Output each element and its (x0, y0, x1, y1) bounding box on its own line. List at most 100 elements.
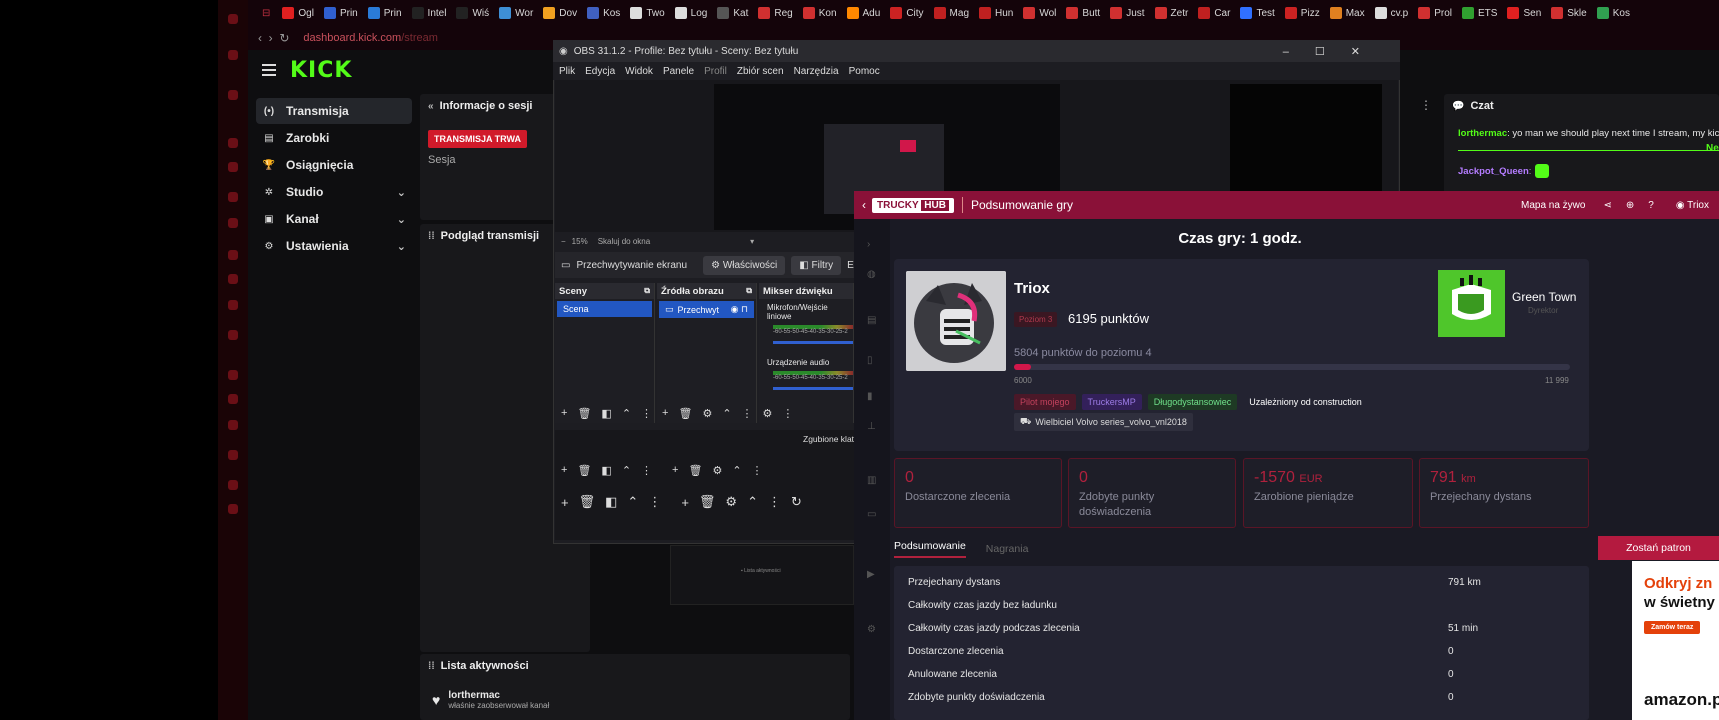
bookmark-item[interactable]: Ogl (282, 7, 314, 19)
sidebar-item-transmisja[interactable]: (•) Transmisja (256, 98, 412, 124)
play-icon[interactable]: ▶ (867, 569, 877, 580)
bookmark-item[interactable]: Max (1329, 7, 1365, 19)
user-icon[interactable]: ◍ (867, 269, 877, 280)
gear-icon[interactable]: ⚙ (867, 624, 877, 635)
filters-button[interactable]: ◧ Filtry (791, 255, 842, 275)
bookmark-item[interactable]: Car (1198, 7, 1230, 19)
volume-slider-2[interactable] (773, 387, 853, 390)
sidebar-app-icon[interactable] (228, 420, 238, 430)
bookmark-item[interactable]: Adu (846, 7, 880, 19)
sidebar-app-icon[interactable] (228, 90, 238, 100)
obs-dock-controls[interactable]: + 🗑 ◧ ⌃ ⋮ + 🗑 ⚙ ⌃ ⋮ ⚙ ⋮ (555, 405, 855, 421)
sidebar-app-icon[interactable] (228, 480, 238, 490)
become-patron-button[interactable]: Zostań patron (1598, 536, 1719, 560)
sidebar-app-icon[interactable] (228, 138, 238, 148)
bookmark-item[interactable]: City (890, 7, 924, 19)
sidebar-item-osiągnięcia[interactable]: 🏆 Osiągnięcia (256, 152, 412, 178)
trash-icon[interactable]: ▮ (867, 391, 877, 402)
bookmark-item[interactable]: Dov (543, 7, 577, 19)
bookmark-item[interactable]: Kat (717, 7, 748, 19)
chart-icon[interactable]: ▥ (867, 475, 877, 486)
obs-menu-pomoc[interactable]: Pomoc (849, 66, 880, 77)
bookmark-item[interactable]: Just (1110, 7, 1145, 19)
sidebar-app-icon[interactable] (228, 370, 238, 380)
bookmark-item[interactable]: Wor (499, 7, 533, 19)
sidebar-app-icon[interactable] (228, 250, 238, 260)
sidebar-app-icon[interactable] (228, 192, 238, 202)
route-icon[interactable]: ⊥ (867, 421, 877, 432)
apps-icon[interactable]: ⊟ (262, 8, 270, 19)
bookmark-item[interactable]: ETS (1462, 7, 1497, 19)
bookmark-item[interactable]: Kon (802, 7, 837, 19)
bookmark-item[interactable]: Kos (587, 7, 620, 19)
trucky-logo[interactable]: TRUCKY HUB (872, 197, 954, 213)
obs-menu-narzędzia[interactable]: Narzędzia (794, 66, 839, 77)
sidebar-item-kanał[interactable]: ▣ Kanał ⌄ (256, 206, 412, 232)
zoom-mode[interactable]: Skaluj do okna (598, 237, 650, 246)
visibility-icon[interactable]: ◉ ⊓ (731, 304, 748, 315)
bookmark-item[interactable]: Two (630, 7, 665, 19)
obs-menu-edycja[interactable]: Edycja (585, 66, 615, 77)
drag-handle-icon[interactable]: ⁞⁞ (428, 231, 435, 242)
sidebar-item-ustawienia[interactable]: ⚙ Ustawienia ⌄ (256, 233, 412, 259)
sidebar-app-icon[interactable] (228, 274, 238, 284)
dropdown-icon[interactable]: ▾ (750, 237, 754, 246)
bookmark-item[interactable]: Test (1240, 7, 1275, 19)
scene-item[interactable]: Scena (557, 301, 652, 317)
globe-icon[interactable]: ⊕ (1626, 200, 1634, 211)
sidebar-item-studio[interactable]: ✲ Studio ⌄ (256, 179, 412, 205)
url-text[interactable]: dashboard.kick.com/stream (303, 32, 438, 44)
tab-summary[interactable]: Podsumowanie (894, 540, 966, 558)
sidebar-app-icon[interactable] (228, 394, 238, 404)
chat-username[interactable]: Jackpot_Queen (1458, 166, 1529, 177)
bookmark-item[interactable]: Log (674, 7, 707, 19)
chevron-down-icon[interactable]: ⌄ (397, 213, 406, 226)
bookmark-item[interactable]: Sen (1507, 7, 1541, 19)
obs-menu-widok[interactable]: Widok (625, 66, 653, 77)
chevron-down-icon[interactable]: ⌄ (397, 240, 406, 253)
kick-logo[interactable]: KICK (290, 58, 352, 83)
chat-icon[interactable]: ▭ (867, 509, 877, 520)
menu-icon[interactable] (262, 64, 276, 79)
bookmark-item[interactable]: Skle (1551, 7, 1587, 19)
obs-menu-plik[interactable]: Plik (559, 66, 575, 77)
doc-icon[interactable]: ▯ (867, 355, 877, 366)
ad-order-button[interactable]: Zamów teraz (1644, 621, 1701, 634)
sidebar-app-icon[interactable] (228, 330, 238, 340)
company-logo[interactable] (1438, 270, 1505, 337)
bookmark-item[interactable]: Wol (1023, 7, 1056, 19)
dock-controls-2[interactable]: + 🗑 ◧ ⌃ ⋮ + 🗑 ⚙ ⌃ ⋮ (555, 462, 763, 478)
sidebar-app-icon[interactable] (228, 504, 238, 514)
company-name[interactable]: Green Town (1512, 290, 1576, 304)
bookmark-item[interactable]: Prin (367, 7, 402, 19)
back-forward-reload-icons[interactable]: ‹ › ↻ (258, 31, 289, 45)
obs-menu-zbiór-scen[interactable]: Zbiór scen (737, 66, 784, 77)
bookmark-item[interactable]: Pizz (1284, 7, 1320, 19)
window-controls[interactable]: ‒☐✕ (1283, 45, 1386, 58)
properties-button[interactable]: ⚙ Właściwości (703, 255, 786, 275)
bookmark-item[interactable]: cv.p (1374, 7, 1408, 19)
sidebar-item-zarobki[interactable]: ▤ Zarobki (256, 125, 412, 151)
bookmark-item[interactable]: Prin (323, 7, 358, 19)
bookmark-item[interactable]: Butt (1066, 7, 1100, 19)
drag-handle-icon[interactable]: ⁞⁞ (428, 661, 435, 672)
bookmark-item[interactable]: Prol (1418, 7, 1452, 19)
obs-menu-panele[interactable]: Panele (663, 66, 694, 77)
help-icon[interactable]: ? (1648, 200, 1654, 211)
sidebar-app-icon[interactable] (228, 162, 238, 172)
source-item[interactable]: ▭ Przechwyt ◉ ⊓ (659, 301, 754, 318)
more-options-icon[interactable]: ⋮ (1420, 98, 1432, 112)
zoom-out-icon[interactable]: − (561, 237, 566, 246)
sidebar-app-icon[interactable] (228, 218, 238, 228)
share-icon[interactable]: ⋖ (1603, 200, 1611, 211)
dock-controls-3[interactable]: + 🗑 ◧ ⌃ ⋮ + 🗑 ⚙ ⌃ ⋮ ↻ (555, 494, 802, 510)
bookmark-item[interactable]: Intel (411, 7, 446, 19)
user-menu[interactable]: ◉ Triox (1676, 200, 1709, 211)
sidebar-app-icon[interactable] (228, 14, 238, 24)
bookmark-item[interactable]: Mag (933, 7, 969, 19)
sidebar-app-icon[interactable] (228, 300, 238, 310)
expand-icon[interactable]: › (867, 239, 877, 250)
back-icon[interactable]: ‹ (862, 198, 866, 212)
chevron-down-icon[interactable]: ⌄ (397, 186, 406, 199)
bookmark-item[interactable]: Reg (758, 7, 793, 19)
